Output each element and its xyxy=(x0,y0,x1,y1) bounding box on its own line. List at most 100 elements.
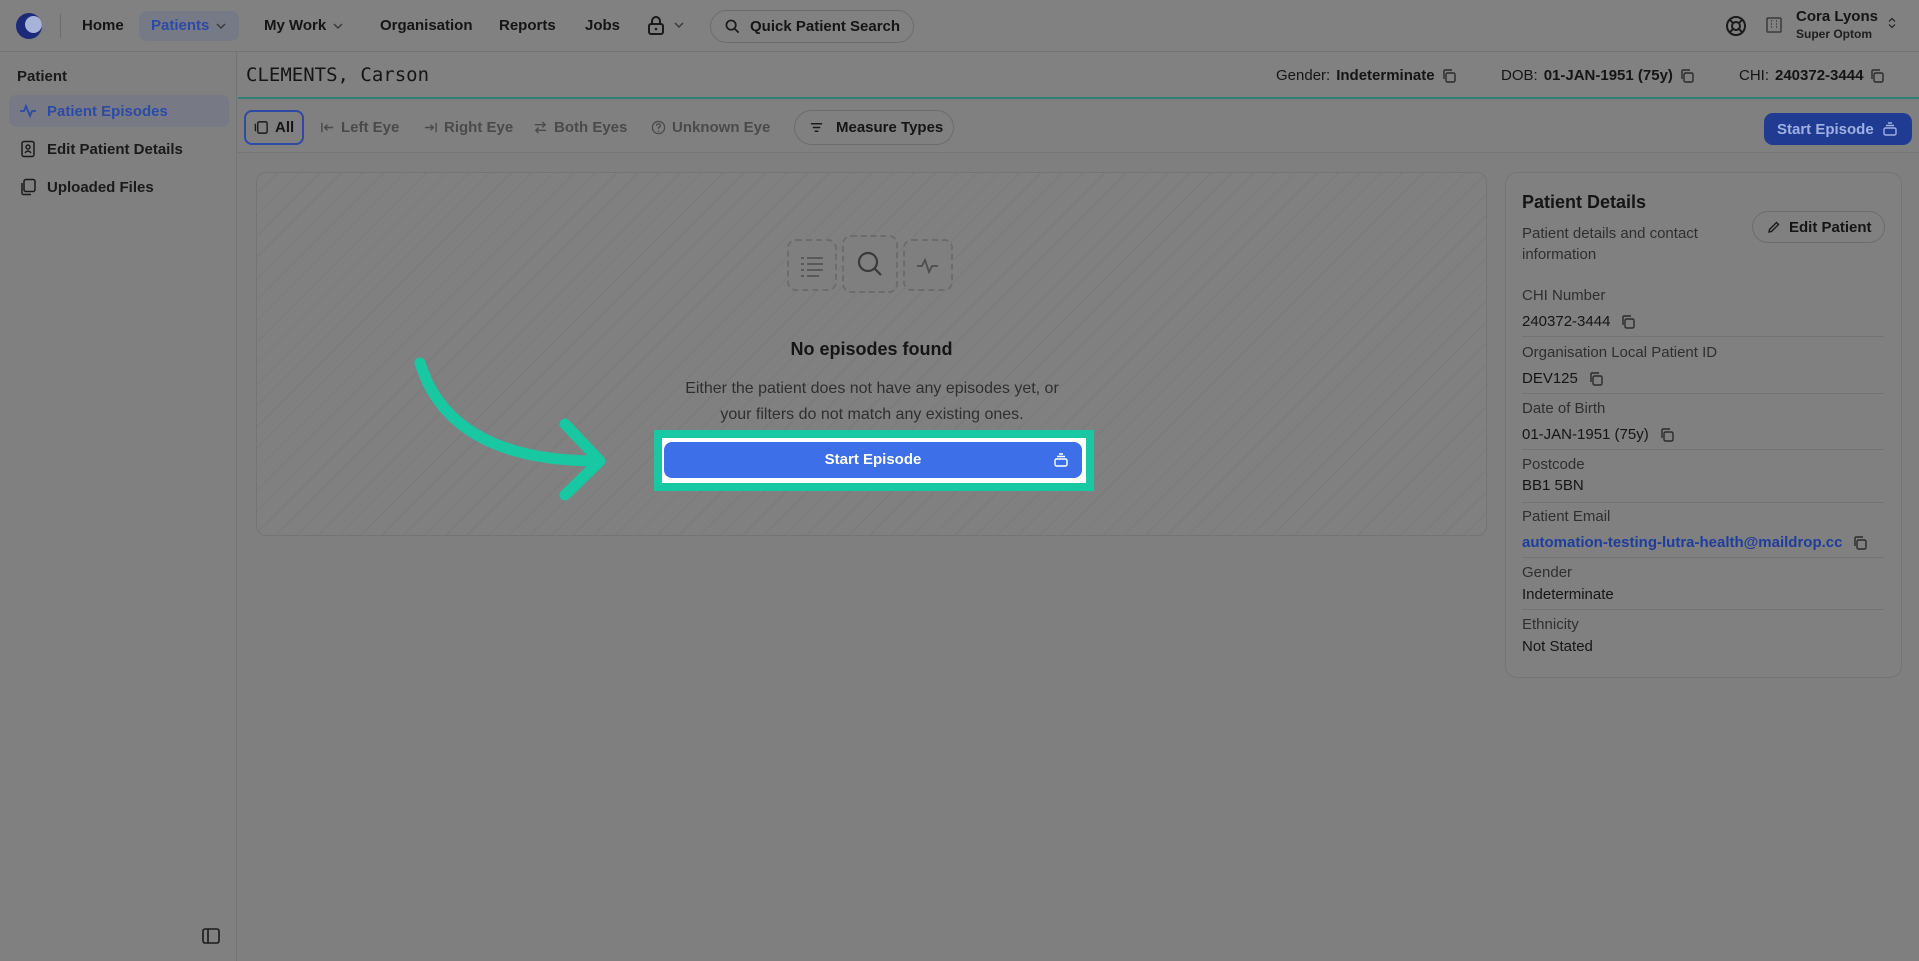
filter-both-eyes-label: Both Eyes xyxy=(554,119,628,136)
sidebar-heading: Patient xyxy=(17,68,68,85)
field-value-ethnicity: Not Stated xyxy=(1522,638,1593,655)
filter-unknown-eye[interactable]: Unknown Eye xyxy=(643,110,778,145)
start-episode-button[interactable]: Start Episode xyxy=(664,442,1082,478)
filter-right-eye-label: Right Eye xyxy=(444,119,514,136)
files-icon xyxy=(21,178,36,196)
lock-icon[interactable] xyxy=(647,15,665,35)
field-value-dob: 01-JAN-1951 (75y) xyxy=(1522,426,1675,443)
divider xyxy=(1522,336,1884,337)
edit-patient-button[interactable]: Edit Patient xyxy=(1752,211,1885,243)
activity-placeholder-icon xyxy=(903,239,953,291)
sidebar-collapse-icon[interactable] xyxy=(200,925,222,947)
user-role: Super Optom xyxy=(1796,27,1873,41)
nav-home-label: Home xyxy=(82,17,124,34)
divider xyxy=(60,14,61,38)
copy-icon[interactable] xyxy=(1659,427,1675,443)
top-navigation: Home Patients My Work Organisation Repor… xyxy=(0,0,1919,52)
start-episode-main-label: Start Episode xyxy=(824,451,922,468)
field-label-chi: CHI Number xyxy=(1522,287,1606,304)
field-label-gender: Gender xyxy=(1522,564,1573,581)
field-label-postcode: Postcode xyxy=(1522,456,1585,473)
email-link[interactable]: automation-testing-lutra-health@maildrop… xyxy=(1522,534,1842,551)
quick-patient-search[interactable]: Quick Patient Search xyxy=(710,10,914,43)
stack-icon xyxy=(1882,122,1897,136)
copy-icon[interactable] xyxy=(1869,68,1885,84)
divider xyxy=(1522,502,1884,503)
field-value-chi: 240372-3444 xyxy=(1522,313,1636,330)
nav-patients[interactable]: Patients xyxy=(139,11,240,41)
nav-reports-label: Reports xyxy=(499,17,556,34)
patient-details-card: Patient Details Patient details and cont… xyxy=(1505,172,1902,678)
divider xyxy=(1522,609,1884,610)
dob-value: 01-JAN-1951 (75y) xyxy=(1543,67,1673,84)
local-id-value: DEV125 xyxy=(1522,370,1578,387)
nav-reports[interactable]: Reports xyxy=(487,11,568,41)
header-dob: DOB: 01-JAN-1951 (75y) xyxy=(1501,67,1695,84)
divider xyxy=(1522,393,1884,394)
nav-my-work[interactable]: My Work xyxy=(252,11,356,41)
chevron-down-icon[interactable] xyxy=(673,19,685,31)
dob-label: DOB: xyxy=(1501,67,1538,84)
sidebar-item-edit-patient-details[interactable]: Edit Patient Details xyxy=(9,133,229,165)
details-title: Patient Details xyxy=(1522,192,1647,212)
filter-bar: All Left Eye Right Eye Both Eyes Unknown… xyxy=(238,101,1919,153)
help-lifebuoy-icon[interactable] xyxy=(1724,14,1748,38)
user-name[interactable]: Cora Lyons xyxy=(1796,8,1878,25)
measure-types-label: Measure Types xyxy=(836,119,944,136)
activity-icon xyxy=(20,103,36,119)
divider xyxy=(1522,449,1884,450)
sidebar-item-label: Edit Patient Details xyxy=(47,140,183,158)
copy-icon[interactable] xyxy=(1852,535,1868,551)
nav-organisation-label: Organisation xyxy=(380,17,473,34)
sidebar-item-patient-episodes[interactable]: Patient Episodes xyxy=(9,95,229,127)
filter-left-eye-label: Left Eye xyxy=(341,119,400,136)
sidebar-item-uploaded-files[interactable]: Uploaded Files xyxy=(9,171,229,203)
gender-label: Gender: xyxy=(1276,67,1331,84)
field-value-email: automation-testing-lutra-health@maildrop… xyxy=(1522,534,1868,551)
filter-left-eye[interactable]: Left Eye xyxy=(312,110,407,145)
edit-patient-label: Edit Patient xyxy=(1789,218,1872,236)
empty-desc-line-1: Either the patient does not have any epi… xyxy=(685,380,1059,397)
app-logo[interactable] xyxy=(16,13,42,39)
copy-icon[interactable] xyxy=(1679,68,1695,84)
id-card-icon xyxy=(21,140,35,158)
filter-right-eye[interactable]: Right Eye xyxy=(415,110,521,145)
start-episode-button-top[interactable]: Start Episode xyxy=(1764,113,1912,145)
patient-name: CLEMENTS, Carson xyxy=(246,64,430,86)
search-placeholder-icon xyxy=(842,235,898,293)
chevron-up-down-icon[interactable] xyxy=(1886,17,1898,29)
filter-unknown-eye-label: Unknown Eye xyxy=(672,119,771,136)
measure-types-button[interactable]: Measure Types xyxy=(794,110,954,145)
chevron-down-icon xyxy=(333,23,343,30)
list-placeholder-icon xyxy=(787,239,837,291)
chevron-down-icon xyxy=(216,23,226,30)
sidebar-item-label: Uploaded Files xyxy=(47,178,154,196)
filter-both-eyes[interactable]: Both Eyes xyxy=(525,110,635,145)
copy-icon[interactable] xyxy=(1620,314,1636,330)
header-gender: Gender: Indeterminate xyxy=(1276,67,1457,84)
search-icon xyxy=(725,19,740,34)
field-label-email: Patient Email xyxy=(1522,508,1611,525)
nav-home[interactable]: Home xyxy=(70,11,136,41)
gender-value: Indeterminate xyxy=(1336,67,1435,84)
field-value-gender: Indeterminate xyxy=(1522,586,1614,603)
copy-icon[interactable] xyxy=(1588,371,1604,387)
pencil-icon xyxy=(1768,221,1780,233)
filter-all[interactable]: All xyxy=(244,110,305,145)
copy-icon[interactable] xyxy=(1441,68,1457,84)
nav-jobs[interactable]: Jobs xyxy=(573,11,632,41)
field-label-local-id: Organisation Local Patient ID xyxy=(1522,344,1718,361)
empty-desc-line-2: your filters do not match any existing o… xyxy=(720,406,1024,423)
building-icon xyxy=(1766,17,1782,33)
arrow-left-to-line-icon xyxy=(321,122,334,133)
sidebar: Patient Patient Episodes Edit Patient De… xyxy=(0,52,237,961)
arrows-swap-icon xyxy=(534,121,547,134)
help-circle-icon xyxy=(651,120,666,135)
nav-patients-label: Patients xyxy=(151,17,210,34)
chi-number-value: 240372-3444 xyxy=(1522,313,1611,330)
nav-my-work-label: My Work xyxy=(264,17,327,34)
dob-detail-value: 01-JAN-1951 (75y) xyxy=(1522,426,1649,443)
patient-header: CLEMENTS, Carson Gender: Indeterminate D… xyxy=(238,52,1919,99)
nav-organisation[interactable]: Organisation xyxy=(368,11,485,41)
field-label-dob: Date of Birth xyxy=(1522,400,1606,417)
